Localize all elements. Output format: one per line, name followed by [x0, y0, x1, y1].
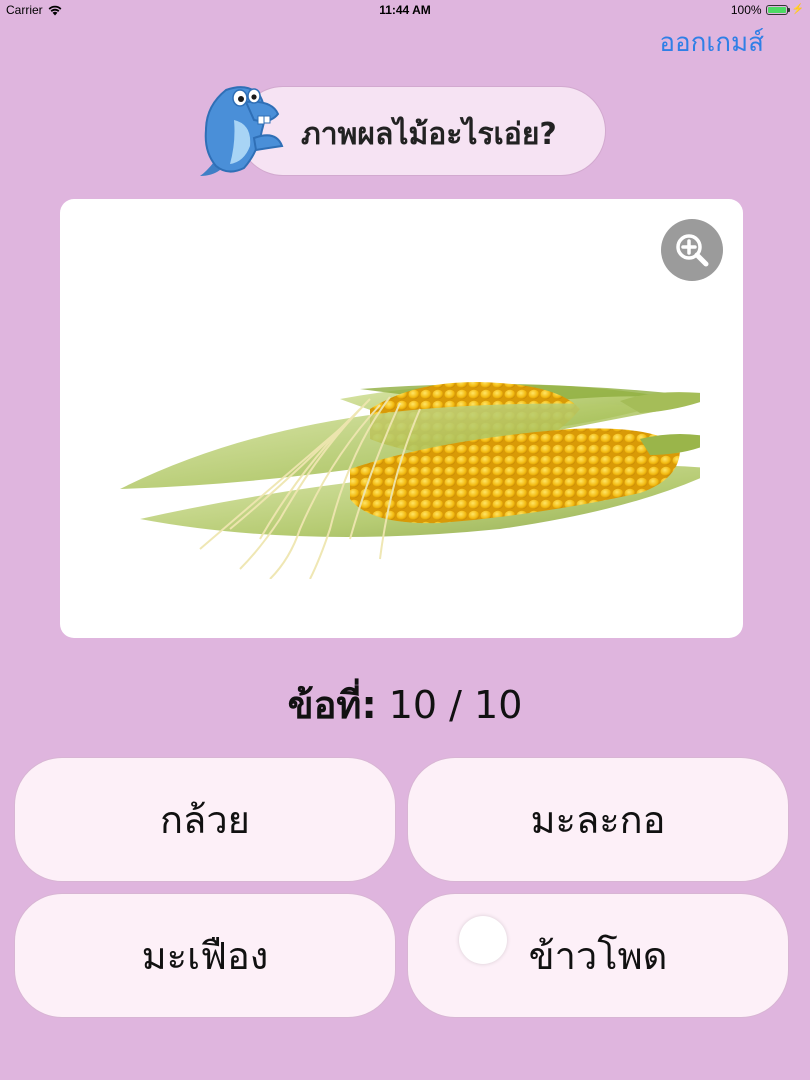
status-right: 100% ⚡ — [731, 3, 804, 17]
battery-icon — [765, 5, 790, 15]
counter-label: ข้อที่: — [287, 683, 377, 727]
dolphin-mascot-icon — [196, 80, 288, 180]
picture-card — [60, 199, 743, 638]
exit-game-button[interactable]: ออกเกมส์ — [659, 22, 764, 63]
question-prompt: ภาพผลไม้อะไรเอ่ย? — [301, 117, 557, 152]
battery-fill — [767, 7, 786, 13]
zoom-in-button[interactable] — [661, 219, 723, 281]
touch-indicator — [459, 916, 507, 964]
answer-button-banana[interactable]: กล้วย — [14, 757, 396, 882]
question-bubble: ภาพผลไม้อะไรเอ่ย? — [238, 86, 606, 176]
charging-bolt-icon: ⚡ — [791, 4, 804, 15]
status-time: 11:44 AM — [379, 3, 431, 17]
corn-image — [120, 382, 700, 579]
counter-value: 10 / 10 — [388, 683, 523, 727]
answer-button-papaya[interactable]: มะละกอ — [407, 757, 789, 882]
question-counter: ข้อที่: 10 / 10 — [0, 674, 810, 735]
zoom-in-icon — [676, 234, 709, 267]
battery-percent: 100% — [730, 3, 762, 17]
status-bar: Carrier 11:44 AM 100% ⚡ — [0, 0, 810, 20]
answer-button-starfruit[interactable]: มะเฟือง — [14, 893, 396, 1018]
